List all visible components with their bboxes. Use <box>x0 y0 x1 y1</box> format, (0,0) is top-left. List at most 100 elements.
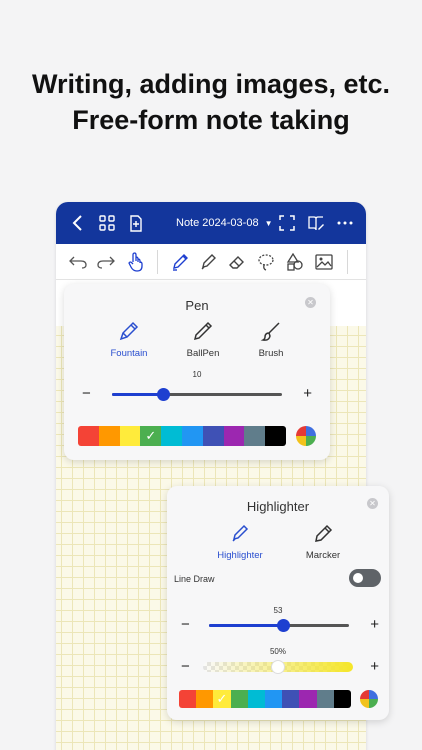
hl-color-palette: ✓ <box>179 690 351 708</box>
pen-type-ballpen[interactable]: BallPen <box>173 318 233 359</box>
highlighter-tool-button[interactable] <box>196 250 220 274</box>
color-wheel-icon[interactable] <box>360 690 378 708</box>
note-title-dropdown[interactable]: Note 2024-03-08 ▼ <box>176 202 272 244</box>
color-swatch[interactable] <box>316 690 334 708</box>
lasso-tool-button[interactable] <box>254 250 278 274</box>
line-draw-toggle[interactable] <box>349 569 381 587</box>
back-icon <box>72 215 82 231</box>
color-swatch[interactable] <box>98 426 120 446</box>
hl-opacity-increase-button[interactable]: + <box>370 657 379 677</box>
fountain-pen-icon <box>99 318 159 342</box>
color-swatch[interactable] <box>230 690 248 708</box>
add-page-button[interactable] <box>122 202 150 244</box>
highlighter-popup-title: Highlighter <box>246 499 310 514</box>
hl-opacity-slider-row: − + <box>179 655 379 679</box>
pen-size-decrease-button[interactable]: − <box>82 384 91 404</box>
pen-type-label: Brush <box>258 348 284 359</box>
hl-size-slider[interactable] <box>209 619 349 632</box>
checkmark-icon: ✓ <box>145 428 157 443</box>
highlighter-icon <box>201 254 216 270</box>
pen-color-palette: ✓ <box>78 426 286 446</box>
color-swatch[interactable] <box>223 426 245 446</box>
color-swatch[interactable] <box>119 426 141 446</box>
undo-button[interactable] <box>66 250 90 274</box>
pen-type-brush[interactable]: Brush <box>241 318 301 359</box>
highlighter-settings-popup: Highlighter ✕ Highlighter Marcker Line D… <box>167 486 389 720</box>
toolbar-divider <box>347 250 348 274</box>
top-bar: Note 2024-03-08 ▼ <box>56 202 366 244</box>
undo-icon <box>69 256 87 269</box>
note-title: Note 2024-03-08 <box>176 217 259 229</box>
color-swatch[interactable] <box>196 690 214 708</box>
fullscreen-button[interactable] <box>273 202 301 244</box>
headline: Writing, adding images, etc. Free-form n… <box>0 66 422 138</box>
more-icon <box>337 221 353 225</box>
color-swatch[interactable] <box>264 690 283 708</box>
fullscreen-icon <box>279 215 295 231</box>
close-icon[interactable]: ✕ <box>367 498 378 509</box>
pen-type-label: BallPen <box>186 348 220 359</box>
color-swatch[interactable] <box>265 426 286 446</box>
hl-size-decrease-button[interactable]: − <box>181 615 190 635</box>
headline-line1: Writing, adding images, etc. <box>31 69 391 99</box>
grid-icon <box>99 215 115 231</box>
color-swatch[interactable] <box>202 426 224 446</box>
color-swatch[interactable]: ✓ <box>213 690 231 708</box>
grid-button[interactable] <box>93 202 121 244</box>
back-button[interactable] <box>64 202 92 244</box>
redo-icon <box>97 256 115 269</box>
pen-icon <box>173 254 188 271</box>
hl-size-slider-handle[interactable] <box>276 619 290 632</box>
caret-down-icon: ▼ <box>264 218 273 228</box>
shapes-tool-button[interactable] <box>283 250 307 274</box>
pen-type-fountain[interactable]: Fountain <box>99 318 159 359</box>
add-page-icon <box>130 214 142 232</box>
brush-icon <box>241 318 301 342</box>
more-button[interactable] <box>331 202 359 244</box>
eraser-tool-button[interactable] <box>225 250 249 274</box>
hl-opacity-slider[interactable] <box>203 660 353 674</box>
hl-type-label: Marcker <box>305 550 341 561</box>
pen-size-slider-fill <box>112 393 163 396</box>
color-wheel-icon[interactable] <box>296 426 316 446</box>
color-swatch[interactable] <box>282 690 300 708</box>
color-swatch[interactable] <box>244 426 266 446</box>
redo-button[interactable] <box>94 250 118 274</box>
pen-size-increase-button[interactable]: + <box>303 384 312 404</box>
hand-button[interactable] <box>124 250 148 274</box>
toolbar-divider <box>157 250 158 274</box>
close-icon[interactable]: ✕ <box>305 297 316 308</box>
color-swatch[interactable] <box>181 426 203 446</box>
book-edit-button[interactable] <box>302 202 330 244</box>
color-swatch[interactable] <box>179 690 197 708</box>
highlighter-icon <box>210 520 270 544</box>
pen-size-value: 10 <box>192 370 202 379</box>
hl-size-increase-button[interactable]: + <box>370 615 379 635</box>
pen-size-slider-handle[interactable] <box>156 388 170 401</box>
book-edit-icon <box>307 216 324 231</box>
marker-icon <box>293 520 353 544</box>
pen-tool-button[interactable] <box>168 250 192 274</box>
image-tool-button[interactable] <box>312 250 336 274</box>
color-swatch[interactable] <box>333 690 351 708</box>
hl-opacity-decrease-button[interactable]: − <box>181 657 190 677</box>
color-swatch[interactable] <box>161 426 182 446</box>
hand-icon <box>128 252 143 272</box>
pen-size-slider[interactable] <box>112 388 282 401</box>
tool-bar <box>56 244 366 280</box>
pen-size-slider-row: − + <box>80 384 314 404</box>
hl-type-label: Highlighter <box>217 550 263 561</box>
color-swatch[interactable] <box>299 690 317 708</box>
headline-line2: Free-form note taking <box>72 105 350 135</box>
image-icon <box>315 254 333 270</box>
hl-size-slider-row: − + <box>179 615 379 635</box>
color-swatch[interactable]: ✓ <box>140 426 162 446</box>
line-draw-label: Line Draw <box>174 574 215 584</box>
hl-type-marker[interactable]: Marcker <box>293 520 353 561</box>
hl-opacity-slider-handle[interactable] <box>271 660 285 674</box>
hl-type-highlighter[interactable]: Highlighter <box>210 520 270 561</box>
color-swatch[interactable] <box>247 690 265 708</box>
checkmark-icon: ✓ <box>216 691 228 706</box>
eraser-icon <box>229 256 244 269</box>
color-swatch[interactable] <box>78 426 99 446</box>
